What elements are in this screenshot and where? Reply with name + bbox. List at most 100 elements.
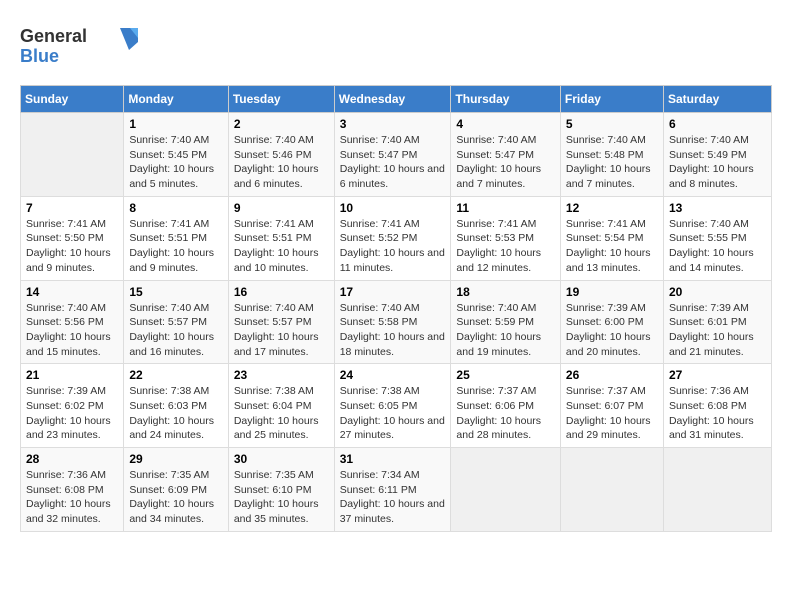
day-of-week-header: Monday (124, 86, 228, 113)
day-number: 11 (456, 201, 555, 215)
calendar-cell: 20 Sunrise: 7:39 AMSunset: 6:01 PMDayligh… (663, 280, 771, 364)
calendar-cell: 26 Sunrise: 7:37 AMSunset: 6:07 PMDayligh… (560, 364, 663, 448)
calendar-cell: 5 Sunrise: 7:40 AMSunset: 5:48 PMDaylight… (560, 113, 663, 197)
day-number: 6 (669, 117, 766, 131)
day-info: Sunrise: 7:38 AMSunset: 6:04 PMDaylight:… (234, 384, 329, 443)
day-info: Sunrise: 7:38 AMSunset: 6:05 PMDaylight:… (340, 384, 446, 443)
day-number: 31 (340, 452, 446, 466)
day-number: 15 (129, 285, 222, 299)
day-number: 30 (234, 452, 329, 466)
svg-text:Blue: Blue (20, 46, 59, 66)
calendar-cell: 12Sunrise: 7:41 AMSunset: 5:54 PMDayligh… (560, 196, 663, 280)
day-number: 23 (234, 368, 329, 382)
day-number: 28 (26, 452, 118, 466)
calendar-cell: 9Sunrise: 7:41 AMSunset: 5:51 PMDaylight… (228, 196, 334, 280)
day-info: Sunrise: 7:41 AMSunset: 5:51 PMDaylight:… (234, 217, 329, 276)
day-info: Sunrise: 7:37 AMSunset: 6:06 PMDaylight:… (456, 384, 555, 443)
day-info: Sunrise: 7:41 AMSunset: 5:50 PMDaylight:… (26, 217, 118, 276)
day-of-week-header: Tuesday (228, 86, 334, 113)
day-info: Sunrise: 7:40 AMSunset: 5:45 PMDaylight:… (129, 133, 222, 192)
day-info: Sunrise: 7:41 AMSunset: 5:54 PMDaylight:… (566, 217, 658, 276)
calendar-cell: 11 Sunrise: 7:41 AMSunset: 5:53 PMDayligh… (451, 196, 561, 280)
calendar-week-row: 21 Sunrise: 7:39 AMSunset: 6:02 PMDayligh… (21, 364, 772, 448)
day-number: 5 (566, 117, 658, 131)
day-number: 2 (234, 117, 329, 131)
calendar-cell: 24Sunrise: 7:38 AMSunset: 6:05 PMDayligh… (334, 364, 451, 448)
calendar-cell (560, 448, 663, 532)
day-number: 13 (669, 201, 766, 215)
day-info: Sunrise: 7:40 AMSunset: 5:57 PMDaylight:… (234, 301, 329, 360)
calendar-cell: 27 Sunrise: 7:36 AMSunset: 6:08 PMDayligh… (663, 364, 771, 448)
calendar-table: SundayMondayTuesdayWednesdayThursdayFrid… (20, 85, 772, 532)
svg-text:General: General (20, 26, 87, 46)
day-info: Sunrise: 7:35 AMSunset: 6:10 PMDaylight:… (234, 468, 329, 527)
day-info: Sunrise: 7:41 AMSunset: 5:51 PMDaylight:… (129, 217, 222, 276)
day-info: Sunrise: 7:39 AMSunset: 6:01 PMDaylight:… (669, 301, 766, 360)
calendar-cell: 29Sunrise: 7:35 AMSunset: 6:09 PMDayligh… (124, 448, 228, 532)
day-number: 19 (566, 285, 658, 299)
calendar-cell: 22 Sunrise: 7:38 AMSunset: 6:03 PMDayligh… (124, 364, 228, 448)
day-number: 1 (129, 117, 222, 131)
day-number: 20 (669, 285, 766, 299)
day-number: 8 (129, 201, 222, 215)
calendar-cell: 30 Sunrise: 7:35 AMSunset: 6:10 PMDayligh… (228, 448, 334, 532)
calendar-cell: 19 Sunrise: 7:39 AMSunset: 6:00 PMDayligh… (560, 280, 663, 364)
day-of-week-header: Sunday (21, 86, 124, 113)
day-of-week-header: Wednesday (334, 86, 451, 113)
day-info: Sunrise: 7:36 AMSunset: 6:08 PMDaylight:… (26, 468, 118, 527)
calendar-cell (451, 448, 561, 532)
day-number: 26 (566, 368, 658, 382)
calendar-cell: 15 Sunrise: 7:40 AMSunset: 5:57 PMDayligh… (124, 280, 228, 364)
day-number: 16 (234, 285, 329, 299)
calendar-cell: 7 Sunrise: 7:41 AMSunset: 5:50 PMDaylight… (21, 196, 124, 280)
day-info: Sunrise: 7:40 AMSunset: 5:58 PMDaylight:… (340, 301, 446, 360)
calendar-cell (21, 113, 124, 197)
logo: General Blue (20, 20, 150, 75)
day-info: Sunrise: 7:40 AMSunset: 5:48 PMDaylight:… (566, 133, 658, 192)
day-number: 17 (340, 285, 446, 299)
calendar-week-row: 1 Sunrise: 7:40 AMSunset: 5:45 PMDaylight… (21, 113, 772, 197)
calendar-cell: 6 Sunrise: 7:40 AMSunset: 5:49 PMDaylight… (663, 113, 771, 197)
day-number: 3 (340, 117, 446, 131)
calendar-cell: 2 Sunrise: 7:40 AMSunset: 5:46 PMDaylight… (228, 113, 334, 197)
page-header: General Blue (20, 20, 772, 75)
calendar-week-row: 7 Sunrise: 7:41 AMSunset: 5:50 PMDaylight… (21, 196, 772, 280)
day-number: 14 (26, 285, 118, 299)
day-number: 7 (26, 201, 118, 215)
day-info: Sunrise: 7:40 AMSunset: 5:46 PMDaylight:… (234, 133, 329, 192)
day-number: 4 (456, 117, 555, 131)
day-info: Sunrise: 7:40 AMSunset: 5:56 PMDaylight:… (26, 301, 118, 360)
calendar-cell: 28 Sunrise: 7:36 AMSunset: 6:08 PMDayligh… (21, 448, 124, 532)
day-info: Sunrise: 7:40 AMSunset: 5:47 PMDaylight:… (340, 133, 446, 192)
day-number: 29 (129, 452, 222, 466)
calendar-cell: 16 Sunrise: 7:40 AMSunset: 5:57 PMDayligh… (228, 280, 334, 364)
day-info: Sunrise: 7:40 AMSunset: 5:49 PMDaylight:… (669, 133, 766, 192)
day-number: 27 (669, 368, 766, 382)
calendar-cell: 31Sunrise: 7:34 AMSunset: 6:11 PMDayligh… (334, 448, 451, 532)
day-number: 18 (456, 285, 555, 299)
calendar-cell: 3 Sunrise: 7:40 AMSunset: 5:47 PMDaylight… (334, 113, 451, 197)
calendar-cell: 21 Sunrise: 7:39 AMSunset: 6:02 PMDayligh… (21, 364, 124, 448)
day-number: 10 (340, 201, 446, 215)
calendar-week-row: 14 Sunrise: 7:40 AMSunset: 5:56 PMDayligh… (21, 280, 772, 364)
calendar-cell: 13Sunrise: 7:40 AMSunset: 5:55 PMDayligh… (663, 196, 771, 280)
day-number: 21 (26, 368, 118, 382)
calendar-cell: 1 Sunrise: 7:40 AMSunset: 5:45 PMDaylight… (124, 113, 228, 197)
calendar-cell: 8 Sunrise: 7:41 AMSunset: 5:51 PMDaylight… (124, 196, 228, 280)
day-info: Sunrise: 7:38 AMSunset: 6:03 PMDaylight:… (129, 384, 222, 443)
day-number: 22 (129, 368, 222, 382)
day-info: Sunrise: 7:40 AMSunset: 5:59 PMDaylight:… (456, 301, 555, 360)
calendar-cell: 17 Sunrise: 7:40 AMSunset: 5:58 PMDayligh… (334, 280, 451, 364)
day-number: 25 (456, 368, 555, 382)
day-info: Sunrise: 7:36 AMSunset: 6:08 PMDaylight:… (669, 384, 766, 443)
day-info: Sunrise: 7:40 AMSunset: 5:57 PMDaylight:… (129, 301, 222, 360)
day-of-week-header: Saturday (663, 86, 771, 113)
calendar-cell: 25 Sunrise: 7:37 AMSunset: 6:06 PMDayligh… (451, 364, 561, 448)
calendar-cell: 10Sunrise: 7:41 AMSunset: 5:52 PMDayligh… (334, 196, 451, 280)
day-info: Sunrise: 7:41 AMSunset: 5:53 PMDaylight:… (456, 217, 555, 276)
day-info: Sunrise: 7:40 AMSunset: 5:47 PMDaylight:… (456, 133, 555, 192)
calendar-cell: 14 Sunrise: 7:40 AMSunset: 5:56 PMDayligh… (21, 280, 124, 364)
day-info: Sunrise: 7:39 AMSunset: 6:02 PMDaylight:… (26, 384, 118, 443)
day-info: Sunrise: 7:39 AMSunset: 6:00 PMDaylight:… (566, 301, 658, 360)
day-info: Sunrise: 7:37 AMSunset: 6:07 PMDaylight:… (566, 384, 658, 443)
